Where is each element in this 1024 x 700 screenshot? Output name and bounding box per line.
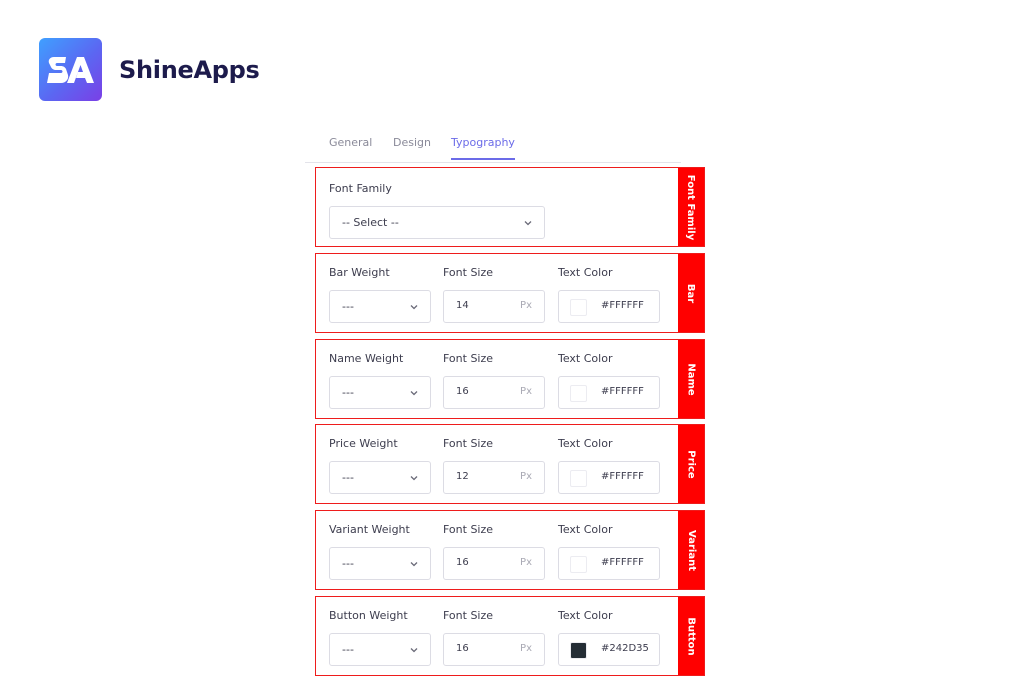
px-unit-label: Px [520,386,532,397]
price-text-color-label: Text Color [558,437,613,450]
section-tag-variant: Variant [678,511,704,589]
variant-text-color-label: Text Color [558,523,613,536]
section-tag-bar: Bar [678,254,704,332]
font-family-label: Font Family [329,182,392,195]
font-family-section: Font Family -- Select -- Font Family [315,167,705,247]
variant-color-swatch[interactable] [570,556,587,573]
bar-font-size-input[interactable]: 14 Px [443,290,545,323]
bar-color-hex: #FFFFFF [601,300,644,311]
section-tag-font-family: Font Family [678,168,704,246]
price-font-size-label: Font Size [443,437,494,450]
section-tag-button: Button [678,597,704,675]
app-logo [39,38,102,101]
section-tag-name: Name [678,340,704,418]
name-weight-value: --- [342,386,354,399]
brand-header: ShineApps [39,38,260,101]
section-tag-price: Price [678,425,704,503]
bar-color-swatch[interactable] [570,299,587,316]
variant-typography-section: Variant Weight Font Size Text Color --- 16 Px… [315,510,705,590]
variant-text-color-picker[interactable]: #FFFFFF [558,547,660,580]
variant-font-size-value: 16 [456,557,469,568]
bar-weight-select[interactable]: --- [329,290,431,323]
bar-weight-value: --- [342,300,354,313]
variant-weight-select[interactable]: --- [329,547,431,580]
bar-text-color-label: Text Color [558,266,613,279]
button-weight-value: --- [342,643,354,656]
tab-design[interactable]: Design [393,136,431,158]
font-family-select[interactable]: -- Select -- [329,206,545,239]
bar-font-size-label: Font Size [443,266,494,279]
bar-text-color-picker[interactable]: #FFFFFF [558,290,660,323]
price-color-hex: #FFFFFF [601,471,644,482]
name-font-size-value: 16 [456,386,469,397]
variant-font-size-label: Font Size [443,523,494,536]
button-font-size-value: 16 [456,643,469,654]
tab-general[interactable]: General [329,136,372,158]
variant-weight-value: --- [342,557,354,570]
price-font-size-input[interactable]: 12 Px [443,461,545,494]
chevron-down-icon [410,305,418,310]
price-weight-label: Price Weight [329,437,398,450]
chevron-down-icon [410,562,418,567]
settings-tabs: General Design Typography [305,128,681,163]
brand-name: ShineApps [119,55,260,84]
chevron-down-icon [410,476,418,481]
button-weight-select[interactable]: --- [329,633,431,666]
sa-logo-icon [46,56,94,83]
name-typography-section: Name Weight Font Size Text Color --- 16 Px #FF… [315,339,705,419]
variant-weight-label: Variant Weight [329,523,410,536]
variant-color-hex: #FFFFFF [601,557,644,568]
button-text-color-picker[interactable]: #242D35 [558,633,660,666]
px-unit-label: Px [520,300,532,311]
px-unit-label: Px [520,471,532,482]
name-weight-select[interactable]: --- [329,376,431,409]
button-weight-label: Button Weight [329,609,408,622]
px-unit-label: Px [520,643,532,654]
variant-font-size-input[interactable]: 16 Px [443,547,545,580]
chevron-down-icon [524,221,532,226]
chevron-down-icon [410,648,418,653]
button-color-swatch[interactable] [570,642,587,659]
price-typography-section: Price Weight Font Size Text Color --- 12 Px #F… [315,424,705,504]
px-unit-label: Px [520,557,532,568]
chevron-down-icon [410,391,418,396]
name-color-swatch[interactable] [570,385,587,402]
bar-weight-label: Bar Weight [329,266,390,279]
name-text-color-picker[interactable]: #FFFFFF [558,376,660,409]
button-color-hex: #242D35 [601,643,649,654]
font-family-select-value: -- Select -- [342,216,399,229]
price-text-color-picker[interactable]: #FFFFFF [558,461,660,494]
button-typography-section: Button Weight Font Size Text Color --- 16 Px #… [315,596,705,676]
name-text-color-label: Text Color [558,352,613,365]
price-weight-select[interactable]: --- [329,461,431,494]
button-font-size-label: Font Size [443,609,494,622]
name-font-size-label: Font Size [443,352,494,365]
name-color-hex: #FFFFFF [601,386,644,397]
bar-font-size-value: 14 [456,300,469,311]
button-font-size-input[interactable]: 16 Px [443,633,545,666]
name-weight-label: Name Weight [329,352,404,365]
price-weight-value: --- [342,471,354,484]
button-text-color-label: Text Color [558,609,613,622]
name-font-size-input[interactable]: 16 Px [443,376,545,409]
price-font-size-value: 12 [456,471,469,482]
bar-typography-section: Bar Weight Font Size Text Color --- 14 Px #FFF… [315,253,705,333]
tab-typography[interactable]: Typography [451,136,515,160]
price-color-swatch[interactable] [570,470,587,487]
